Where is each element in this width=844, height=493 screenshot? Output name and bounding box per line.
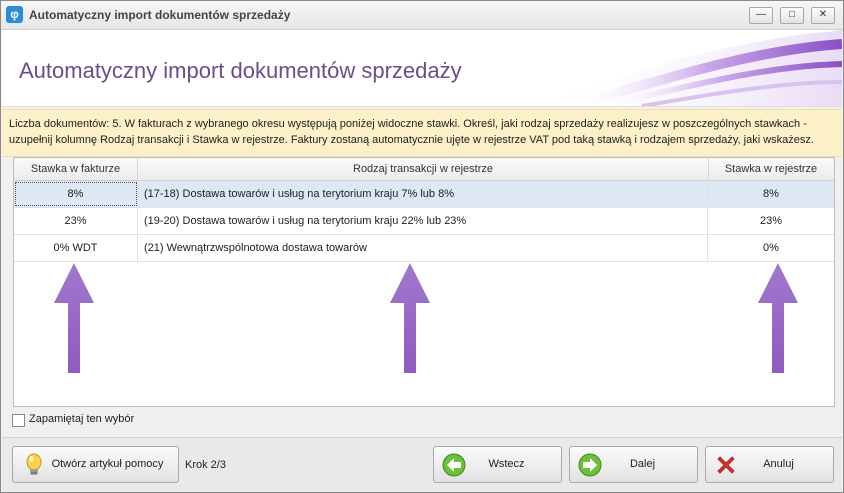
column-header-transaction[interactable]: Rodzaj transakcji w rejestrze	[138, 158, 709, 180]
up-arrow-icon	[390, 263, 430, 373]
register-rate-cell[interactable]: 23%	[709, 208, 833, 234]
maximize-button[interactable]: □	[780, 7, 804, 24]
table-row[interactable]: 8% (17-18) Dostawa towarów i usług na te…	[14, 181, 834, 208]
info-line-1: Liczba dokumentów: 5. W fakturach z wybr…	[9, 118, 807, 130]
help-button[interactable]: Otwórz artykuł pomocy	[12, 446, 179, 483]
transaction-cell[interactable]: (19-20) Dostawa towarów i usług na teryt…	[138, 208, 708, 234]
header-title: Automatyczny import dokumentów sprzedaży	[19, 58, 462, 83]
remember-checkbox[interactable]	[12, 414, 25, 427]
window-title: Automatyczny import dokumentów sprzedaży	[29, 8, 291, 22]
column-header-invoice-rate[interactable]: Stawka w fakturze	[14, 158, 138, 180]
help-button-label: Otwórz artykuł pomocy	[51, 458, 164, 470]
back-button[interactable]: Wstecz	[433, 446, 562, 483]
header-swoosh-decoration	[532, 30, 842, 106]
grid-header: Stawka w fakturze Rodzaj transakcji w re…	[14, 158, 834, 181]
info-text: Liczba dokumentów: 5. W fakturach z wybr…	[9, 116, 835, 148]
app-icon: φ	[6, 6, 23, 23]
register-rate-cell[interactable]: 8%	[709, 181, 833, 207]
wizard-header: Automatyczny import dokumentów sprzedaży	[2, 30, 842, 107]
transaction-cell[interactable]: (17-18) Dostawa towarów i usług na teryt…	[138, 181, 708, 207]
up-arrow-icon	[54, 263, 94, 373]
cancel-button-label: Anuluj	[763, 458, 794, 470]
info-line-2: uzupełnij kolumnę Rodzaj transakcji i St…	[9, 134, 814, 146]
dialog-window: φ Automatyczny import dokumentów sprzeda…	[0, 0, 844, 493]
step-indicator: Krok 2/3	[185, 459, 226, 471]
minimize-button[interactable]: —	[749, 7, 773, 24]
title-bar[interactable]: φ Automatyczny import dokumentów sprzeda…	[1, 1, 843, 30]
remember-label[interactable]: Zapamiętaj ten wybór	[29, 413, 134, 425]
next-button-label: Dalej	[629, 458, 656, 470]
close-button[interactable]: ✕	[811, 7, 835, 24]
invoice-rate-cell[interactable]: 23%	[14, 208, 138, 234]
cancel-button[interactable]: Anuluj	[705, 446, 834, 483]
annotation-arrows	[54, 263, 798, 373]
next-button[interactable]: Dalej	[569, 446, 698, 483]
up-arrow-icon	[758, 263, 798, 373]
info-panel: Liczba dokumentów: 5. W fakturach z wybr…	[2, 109, 842, 157]
column-header-register-rate[interactable]: Stawka w rejestrze	[709, 158, 833, 180]
invoice-rate-cell[interactable]: 8%	[14, 181, 138, 207]
table-row[interactable]: 23% (19-20) Dostawa towarów i usług na t…	[14, 208, 834, 235]
back-button-label: Wstecz	[488, 458, 525, 470]
